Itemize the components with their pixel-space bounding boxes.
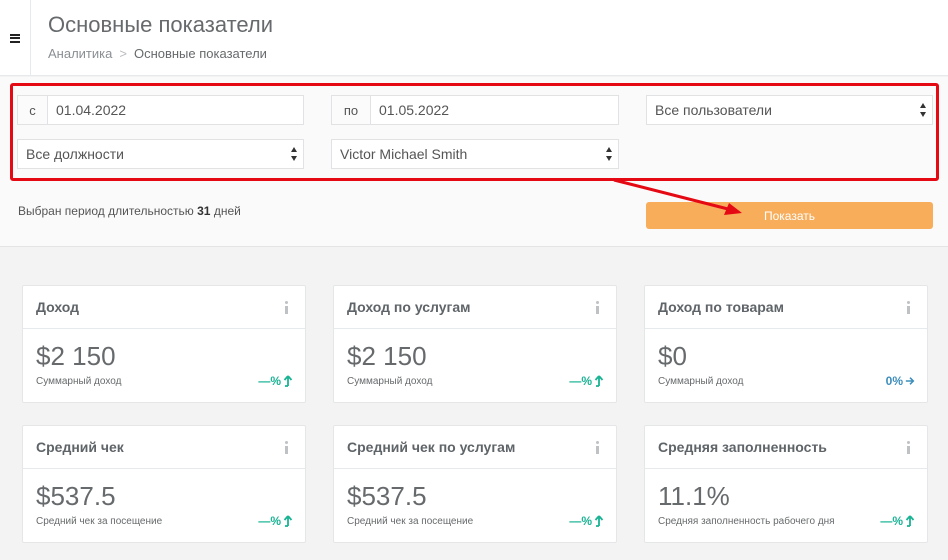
date-from-input[interactable]: 01.04.2022: [48, 96, 126, 124]
filter-panel: с 01.04.2022 по 01.05.2022 Все пользоват…: [0, 77, 948, 247]
trend-value: —%: [258, 514, 281, 528]
breadcrumb: Аналитика > Основные показатели: [48, 46, 267, 61]
card-income: Доход $2 150 Суммарный доход —%: [22, 285, 306, 403]
select-caret-icon: [920, 103, 927, 117]
select-caret-icon: [606, 147, 613, 161]
card-title: Средний чек: [36, 439, 124, 455]
info-icon[interactable]: [283, 301, 289, 315]
card-subtitle: Суммарный доход: [347, 376, 433, 387]
card-value: $2 150: [347, 341, 427, 371]
info-icon[interactable]: [905, 301, 911, 315]
card-trend: —%: [569, 374, 604, 388]
info-icon[interactable]: [594, 441, 600, 455]
page-title: Основные показатели: [48, 12, 274, 37]
card-product-income: Доход по товарам $0 Суммарный доход 0%: [644, 285, 928, 403]
breadcrumb-separator: >: [119, 46, 127, 61]
period-suffix: дней: [213, 204, 241, 218]
card-subtitle: Средний чек за посещение: [36, 516, 163, 527]
trend-value: 0%: [885, 374, 903, 388]
card-trend: —%: [258, 374, 293, 388]
date-from-prefix: с: [18, 96, 48, 124]
date-to-input[interactable]: 01.05.2022: [371, 96, 449, 124]
card-average-occupancy: Средняя заполненность 11.1% Средняя запо…: [644, 425, 928, 543]
arrow-up-icon: [594, 515, 604, 527]
card-trend: —%: [569, 514, 604, 528]
card-value: 11.1%: [658, 481, 730, 511]
date-to-prefix: по: [332, 96, 371, 124]
info-icon[interactable]: [594, 301, 600, 315]
card-trend: —%: [258, 514, 293, 528]
period-days: 31: [197, 204, 211, 218]
date-to-field[interactable]: по 01.05.2022: [331, 95, 619, 125]
card-subtitle: Средний чек за посещение: [347, 516, 474, 527]
breadcrumb-current: Основные показатели: [133, 46, 267, 61]
card-trend: 0%: [886, 374, 915, 388]
card-average-service-check: Средний чек по услугам $537.5 Средний че…: [333, 425, 617, 543]
arrow-up-icon: [283, 515, 293, 527]
arrow-right-icon: [905, 377, 915, 385]
date-from-field[interactable]: с 01.04.2022: [17, 95, 304, 125]
positions-select[interactable]: Все должности: [17, 139, 304, 169]
card-title: Доход: [36, 299, 80, 315]
card-title: Доход по услугам: [347, 299, 471, 315]
card-subtitle: Суммарный доход: [658, 376, 744, 387]
card-title: Доход по товарам: [658, 299, 784, 315]
trend-value: —%: [258, 374, 281, 388]
period-info: Выбран период длительностью 31 дней: [18, 204, 241, 218]
employee-select[interactable]: Victor Michael Smith: [331, 139, 619, 169]
card-title: Средняя заполненность: [658, 439, 827, 455]
arrow-up-icon: [594, 375, 604, 387]
menu-icon: [10, 33, 20, 43]
card-average-check: Средний чек $537.5 Средний чек за посеще…: [22, 425, 306, 543]
card-value: $537.5: [347, 481, 427, 511]
positions-select-value: Все должности: [26, 146, 124, 162]
trend-value: —%: [880, 514, 903, 528]
info-icon[interactable]: [905, 441, 911, 455]
trend-value: —%: [569, 514, 592, 528]
trend-value: —%: [569, 374, 592, 388]
card-value: $2 150: [36, 341, 116, 371]
employee-select-value: Victor Michael Smith: [340, 146, 468, 162]
arrow-up-icon: [283, 375, 293, 387]
show-button[interactable]: Показать: [646, 202, 933, 229]
users-select[interactable]: Все пользователи: [646, 95, 933, 125]
arrow-up-icon: [905, 515, 915, 527]
users-select-value: Все пользователи: [655, 102, 772, 118]
card-title: Средний чек по услугам: [347, 439, 516, 455]
hamburger-menu-button[interactable]: [0, 0, 31, 76]
select-caret-icon: [291, 147, 298, 161]
info-icon[interactable]: [283, 441, 289, 455]
card-trend: —%: [880, 514, 915, 528]
card-service-income: Доход по услугам $2 150 Суммарный доход …: [333, 285, 617, 403]
breadcrumb-link-analytics[interactable]: Аналитика: [48, 46, 112, 61]
card-value: $537.5: [36, 481, 116, 511]
card-subtitle: Средняя заполненность рабочего дня: [658, 516, 835, 527]
card-subtitle: Суммарный доход: [36, 376, 122, 387]
period-prefix: Выбран период длительностью: [18, 204, 194, 218]
page-header: Основные показатели Аналитика > Основные…: [0, 0, 948, 76]
card-value: $0: [658, 341, 687, 371]
